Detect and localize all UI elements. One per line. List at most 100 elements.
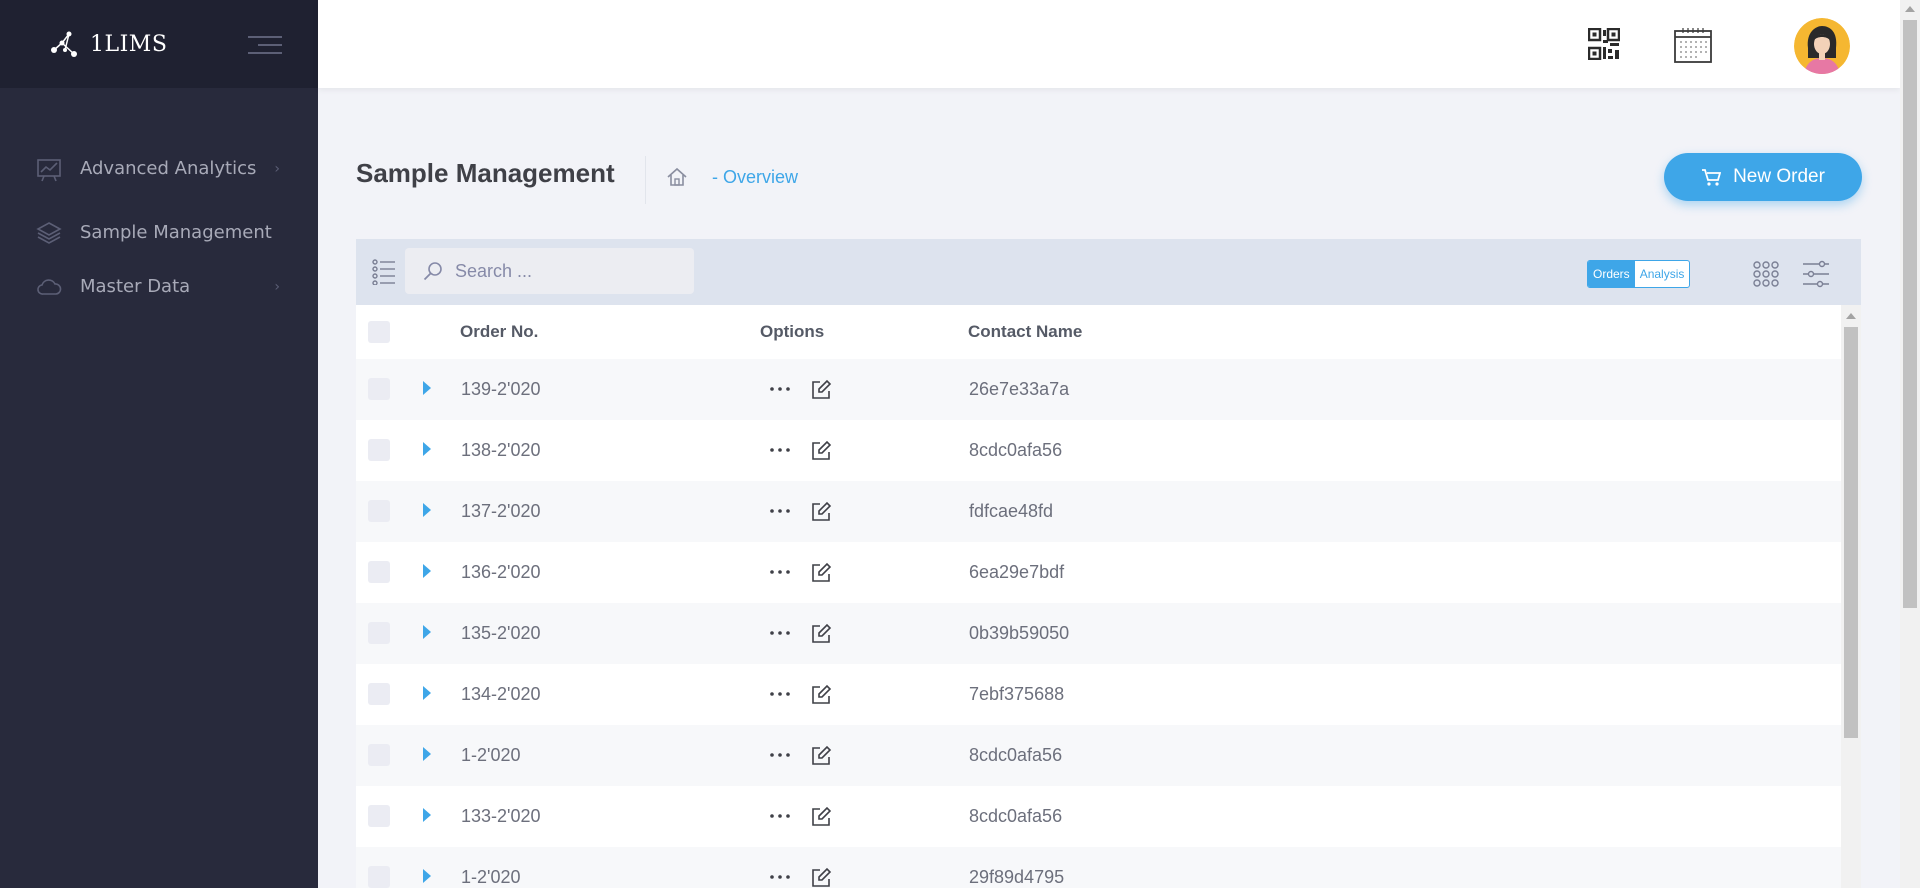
edit-icon[interactable] [810,867,832,888]
more-options-icon[interactable] [768,682,792,706]
chevron-right-icon: › [274,279,280,295]
row-checkbox[interactable] [368,622,390,644]
edit-icon[interactable] [810,379,832,401]
order-number[interactable]: 135-2'020 [461,603,541,664]
contact-name: 26e7e33a7a [969,379,1070,399]
order-number[interactable]: 134-2'020 [461,664,541,725]
new-order-label: New Order [1733,166,1825,187]
grid-icon[interactable] [1753,261,1779,287]
edit-icon[interactable] [810,501,832,523]
expand-row-icon[interactable] [423,564,431,578]
contact-name: 0b39b59050 [969,623,1070,643]
edit-icon[interactable] [810,806,832,828]
expand-row-icon[interactable] [423,625,431,639]
order-number[interactable]: 1-2'020 [461,725,520,786]
brand-header: 1LIMS [0,0,318,88]
sidebar: 1LIMS Advanced Analytics › Sample Manage… [0,0,318,888]
order-number[interactable]: 136-2'020 [461,542,541,603]
analytics-chart-icon [37,159,61,182]
row-checkbox[interactable] [368,744,390,766]
row-checkbox[interactable] [368,439,390,461]
new-order-button[interactable]: New Order [1664,153,1862,201]
table-row[interactable]: 1-2'020 29f89d4795 [356,847,1841,888]
row-checkbox[interactable] [368,378,390,400]
edit-icon[interactable] [810,623,832,645]
qr-code-icon[interactable] [1588,28,1620,60]
more-options-icon[interactable] [768,804,792,828]
table-header: Order No. Options Contact Name [356,305,1841,359]
row-checkbox[interactable] [368,805,390,827]
scroll-up-arrow-icon[interactable] [1905,6,1915,12]
order-number[interactable]: 139-2'020 [461,359,541,420]
expand-row-icon[interactable] [423,747,431,761]
expand-row-icon[interactable] [423,869,431,883]
edit-icon[interactable] [810,562,832,584]
table-toolbar: Orders Analysis [356,239,1861,305]
chevron-right-icon: › [274,161,280,177]
toggle-analysis[interactable]: Analysis [1635,261,1690,287]
edit-icon[interactable] [810,684,832,706]
sidebar-item-master-data[interactable]: Master Data › [0,260,318,314]
table-scrollbar[interactable] [1841,305,1861,888]
more-options-icon[interactable] [768,560,792,584]
scrollbar-thumb[interactable] [1844,327,1858,738]
table-row[interactable]: 133-2'020 8cdc0afa56 [356,786,1841,847]
expand-row-icon[interactable] [423,808,431,822]
order-number[interactable]: 138-2'020 [461,420,541,481]
search-box [405,248,694,294]
table-row[interactable]: 136-2'020 6ea29e7bdf [356,542,1841,603]
table-row[interactable]: 135-2'020 0b39b59050 [356,603,1841,664]
scrollbar-thumb[interactable] [1903,20,1917,608]
order-number[interactable]: 137-2'020 [461,481,541,542]
hamburger-menu-icon[interactable] [248,36,282,54]
home-icon[interactable] [666,166,688,188]
scroll-up-arrow-icon[interactable] [1846,313,1856,319]
row-checkbox[interactable] [368,500,390,522]
edit-icon[interactable] [810,745,832,767]
more-options-icon[interactable] [768,499,792,523]
column-order-no[interactable]: Order No. [460,305,538,359]
sidebar-item-advanced-analytics[interactable]: Advanced Analytics › [0,132,318,206]
column-contact-name[interactable]: Contact Name [968,305,1082,359]
search-icon [423,262,442,281]
sidebar-item-sample-management[interactable]: Sample Management [0,206,318,260]
contact-name: 8cdc0afa56 [969,806,1063,826]
user-avatar[interactable] [1794,18,1850,74]
page-title: Sample Management [356,158,615,188]
brand-name: 1LIMS [90,31,168,57]
contact-name: 6ea29e7bdf [969,562,1065,582]
search-input[interactable] [455,248,685,294]
expand-row-icon[interactable] [423,381,431,395]
more-options-icon[interactable] [768,438,792,462]
breadcrumb[interactable]: - Overview [712,167,798,188]
sidebar-menu: Advanced Analytics › Sample Management M… [0,88,318,314]
expand-row-icon[interactable] [423,503,431,517]
more-options-icon[interactable] [768,743,792,767]
order-number[interactable]: 1-2'020 [461,847,520,888]
edit-icon[interactable] [810,440,832,462]
table-body: 139-2'020 26e7e33a7a 138-2'020 8cdc0afa5… [356,359,1841,888]
row-checkbox[interactable] [368,561,390,583]
filter-sliders-icon[interactable] [1802,260,1830,288]
table-row[interactable]: 134-2'020 7ebf375688 [356,664,1841,725]
cart-icon [1702,169,1722,186]
expand-row-icon[interactable] [423,686,431,700]
sidebar-item-label: Advanced Analytics [80,158,257,179]
order-number[interactable]: 133-2'020 [461,786,541,847]
more-options-icon[interactable] [768,377,792,401]
expand-row-icon[interactable] [423,442,431,456]
page-scrollbar[interactable] [1900,0,1920,888]
row-checkbox[interactable] [368,683,390,705]
calendar-icon[interactable] [1674,27,1712,63]
more-options-icon[interactable] [768,865,792,888]
list-icon[interactable] [372,259,396,285]
table-row[interactable]: 138-2'020 8cdc0afa56 [356,420,1841,481]
select-all-checkbox[interactable] [368,321,390,343]
table-row[interactable]: 1-2'020 8cdc0afa56 [356,725,1841,786]
row-checkbox[interactable] [368,866,390,888]
table-row[interactable]: 137-2'020 fdfcae48fd [356,481,1841,542]
toggle-orders[interactable]: Orders [1588,261,1635,287]
more-options-icon[interactable] [768,621,792,645]
column-options: Options [760,322,825,341]
table-row[interactable]: 139-2'020 26e7e33a7a [356,359,1841,420]
